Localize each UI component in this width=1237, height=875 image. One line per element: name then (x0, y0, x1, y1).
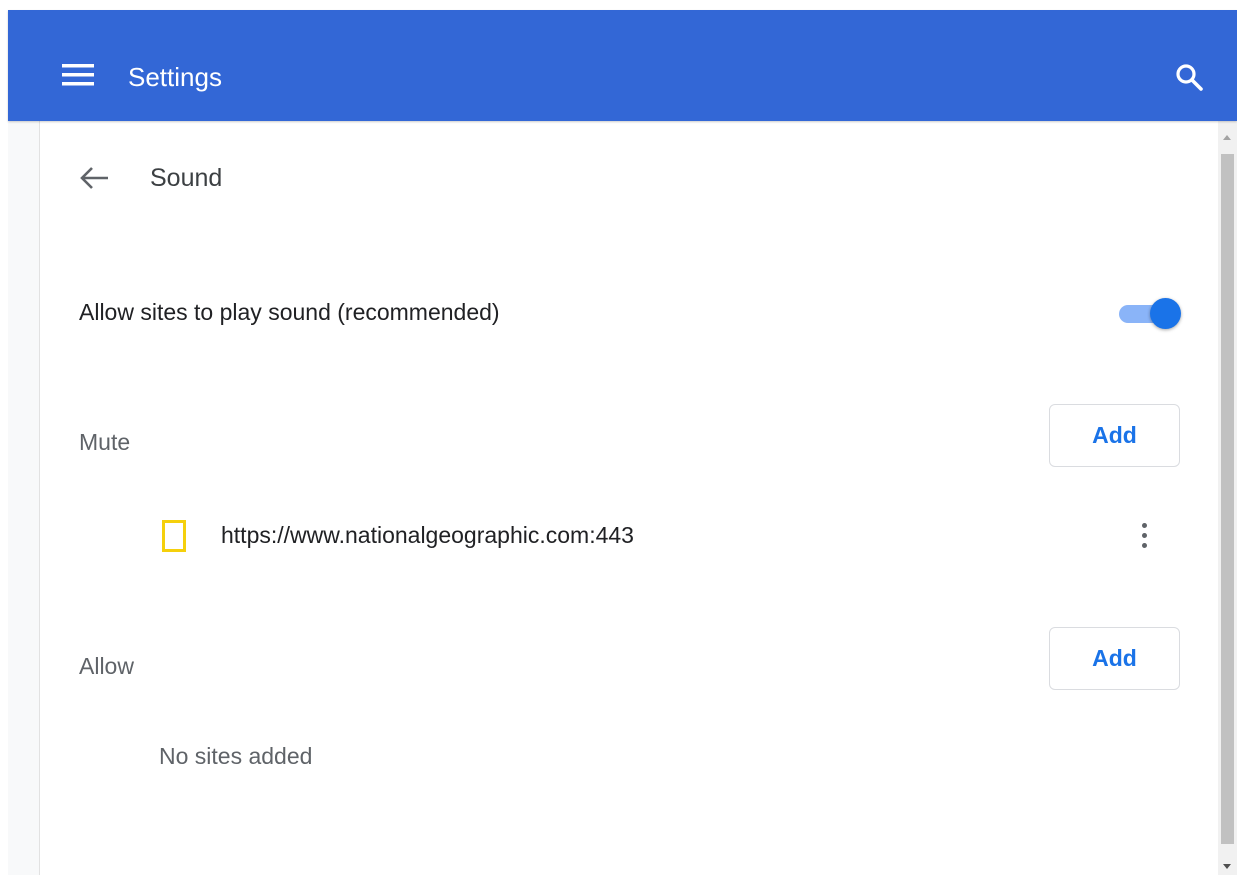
allow-sound-label: Allow sites to play sound (recommended) (79, 299, 500, 325)
scroll-down-arrow-icon[interactable] (1223, 864, 1231, 869)
muted-site-url: https://www.nationalgeographic.com:443 (221, 522, 634, 548)
search-icon[interactable] (1174, 62, 1206, 94)
app-header: Settings (8, 10, 1237, 121)
vertical-scrollbar[interactable] (1218, 121, 1237, 875)
scroll-up-arrow-icon[interactable] (1223, 135, 1231, 140)
scrollbar-thumb[interactable] (1221, 154, 1234, 844)
allow-section-label: Allow (79, 653, 134, 679)
toggle-knob (1150, 298, 1181, 329)
hamburger-menu-icon[interactable] (62, 59, 94, 91)
settings-window: Settings Sound Allow sites to play sound… (0, 0, 1237, 875)
allow-add-button[interactable]: Add (1049, 627, 1180, 690)
arrow-back-icon[interactable] (75, 162, 115, 194)
mute-section-label: Mute (79, 429, 131, 455)
subpage-title: Sound (150, 164, 223, 192)
allow-sound-toggle[interactable] (1117, 296, 1183, 330)
mute-add-button[interactable]: Add (1049, 404, 1180, 467)
national-geographic-favicon-icon (162, 520, 186, 552)
more-vertical-icon[interactable] (1128, 518, 1162, 554)
no-sites-added-text: No sites added (159, 743, 313, 769)
header-title: Settings (128, 62, 222, 92)
